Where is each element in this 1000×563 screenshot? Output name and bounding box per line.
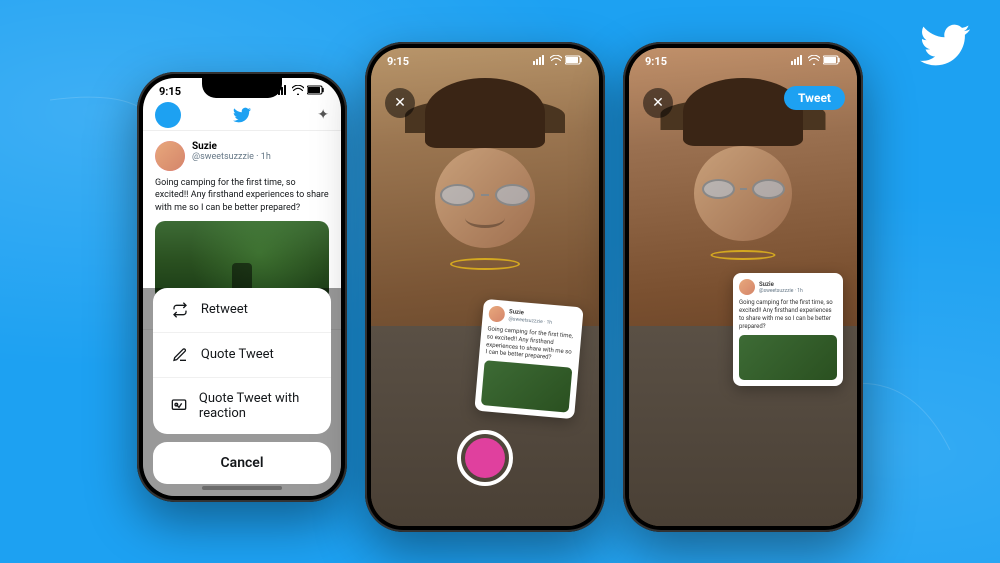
retweet-label: Retweet	[201, 302, 248, 317]
action-menu-left: Retweet Quote Tweet Quote Tw	[153, 288, 331, 434]
wifi-icon-left	[292, 85, 304, 98]
necklace-right	[711, 250, 776, 260]
battery-icon-left	[307, 85, 325, 98]
phone-left-screen: 9:15 ✦	[143, 78, 341, 496]
phone-center-screen: 9:15 ✕	[371, 48, 599, 526]
glasses-right-right-lens	[752, 179, 785, 199]
tweet-button-right[interactable]: Tweet	[784, 86, 845, 110]
glasses	[440, 183, 530, 207]
quote-tweet-reaction-action[interactable]: Quote Tweet with reaction	[153, 378, 331, 434]
quote-tweet-icon	[171, 346, 189, 364]
close-button-right[interactable]: ✕	[643, 88, 673, 118]
sparkle-icon-left: ✦	[317, 107, 329, 123]
ft-image	[481, 361, 573, 413]
status-icons-left	[275, 85, 325, 98]
status-icons-right	[791, 55, 841, 68]
ft-avatar	[488, 306, 505, 323]
pinned-ft-avatar	[739, 279, 755, 295]
glasses-right	[699, 178, 787, 200]
capture-button[interactable]	[457, 430, 513, 486]
pinned-ft-text: Going camping for the first time, so exc…	[739, 299, 837, 330]
battery-icon-right	[823, 55, 841, 68]
quote-tweet-reaction-icon	[171, 397, 187, 415]
pinned-ft-image	[739, 335, 837, 380]
wifi-icon-center	[550, 55, 562, 68]
time-right: 9:15	[645, 55, 667, 68]
phone-center: 9:15 ✕	[365, 42, 605, 532]
nav-twitter-bird	[231, 106, 253, 124]
status-icons-center	[533, 55, 583, 68]
tweet-header-left: Suzie @sweetsuzzzie · 1h	[155, 141, 329, 171]
floating-tweet-card: Suzie @sweetsuzzzie · 1h Going camping f…	[474, 299, 583, 419]
nav-bar-left: ✦	[143, 100, 341, 131]
signal-icon-right	[791, 55, 805, 68]
necklace	[450, 258, 520, 270]
status-bar-center: 9:15	[371, 48, 599, 70]
retweet-icon	[171, 301, 189, 319]
smile	[465, 208, 505, 228]
tweet-handle-left: @sweetsuzzzie · 1h	[192, 152, 329, 162]
glasses-right-lens	[495, 184, 530, 206]
face	[435, 148, 535, 248]
notch-left	[202, 78, 282, 98]
wifi-icon-right	[808, 55, 820, 68]
phone-right-screen: 9:15 ✕ Tweet	[629, 48, 857, 526]
quote-tweet-label: Quote Tweet	[201, 347, 274, 362]
ft-text: Going camping for the first time, so exc…	[485, 326, 575, 365]
twitter-logo	[920, 20, 970, 60]
retweet-action[interactable]: Retweet	[153, 288, 331, 333]
pinned-tweet-header: Suzie @sweetsuzzzie · 1h	[739, 279, 837, 295]
time-center: 9:15	[387, 55, 409, 68]
tweet-text-left: Going camping for the first time, so exc…	[155, 177, 329, 215]
quote-tweet-reaction-label: Quote Tweet with reaction	[199, 391, 313, 421]
time-left: 9:15	[159, 85, 181, 98]
action-sheet-left: Retweet Quote Tweet Quote Tw	[143, 288, 341, 496]
tweet-name-left: Suzie	[192, 141, 329, 152]
pinned-ft-meta: Suzie @sweetsuzzzie · 1h	[759, 281, 803, 294]
phones-container: 9:15 ✦	[137, 42, 863, 532]
glasses-right-bridge	[740, 188, 747, 190]
phone-left: 9:15 ✦	[137, 72, 347, 502]
nav-avatar-left	[155, 102, 181, 128]
quote-tweet-action[interactable]: Quote Tweet	[153, 333, 331, 378]
close-button-center[interactable]: ✕	[385, 88, 415, 118]
glasses-bridge	[481, 194, 489, 196]
ft-meta: Suzie @sweetsuzzzie · 1h	[508, 309, 553, 326]
phone-right: 9:15 ✕ Tweet	[623, 42, 863, 532]
face-right	[694, 146, 792, 241]
signal-icon-center	[533, 55, 547, 68]
tweet-avatar-left	[155, 141, 185, 171]
status-bar-right: 9:15	[629, 48, 857, 70]
glasses-left-lens	[440, 184, 475, 206]
glasses-right-left-lens	[702, 179, 735, 199]
hat-top-right	[683, 78, 803, 146]
cancel-button[interactable]: Cancel	[153, 442, 331, 484]
hat-top	[425, 78, 545, 148]
battery-icon-center	[565, 55, 583, 68]
tweet-meta-left: Suzie @sweetsuzzzie · 1h	[192, 141, 329, 162]
capture-inner	[465, 438, 505, 478]
pinned-tweet-card: Suzie @sweetsuzzzie · 1h Going camping f…	[733, 273, 843, 385]
